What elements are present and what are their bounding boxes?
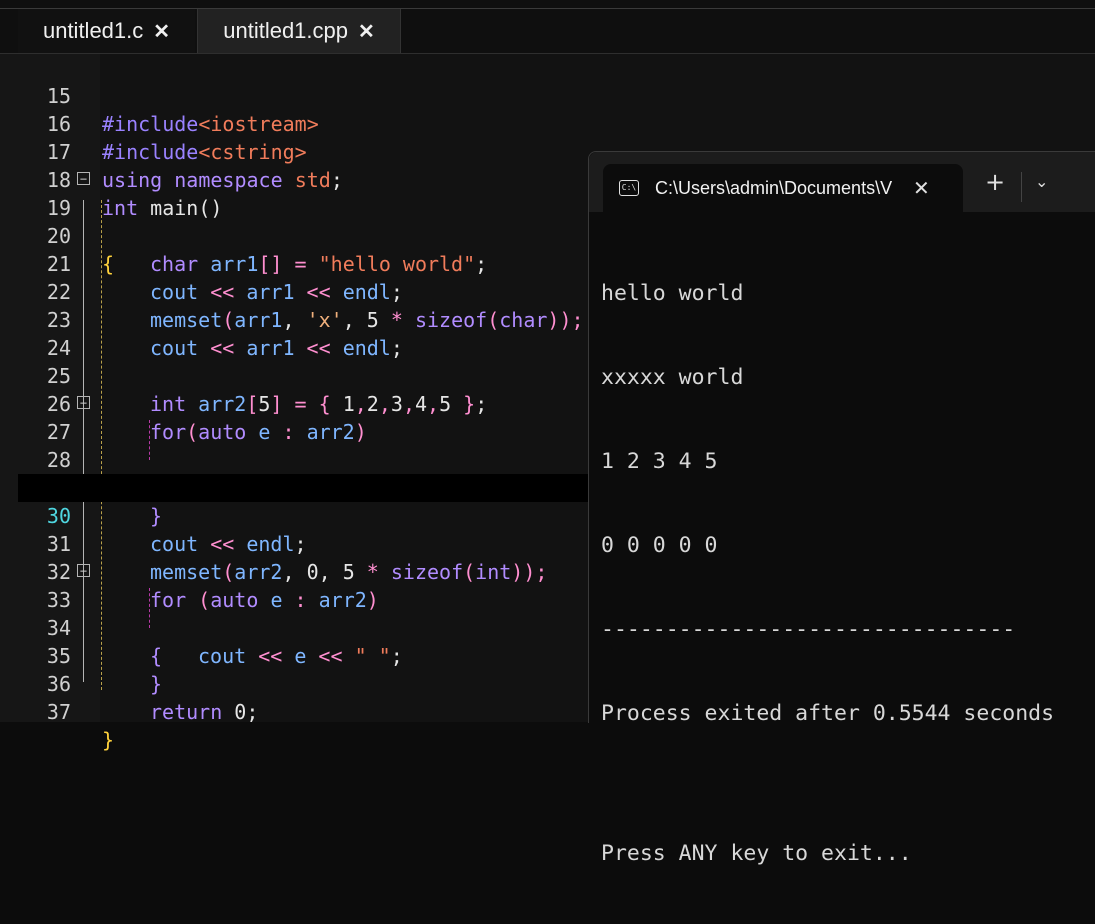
close-icon[interactable]: ✕	[913, 176, 930, 200]
window-top-border	[0, 0, 1095, 9]
token: 0	[234, 700, 247, 724]
terminal-tab-bar: C:\ C:\Users\admin\Documents\V ✕ + ⌄	[589, 152, 1095, 212]
output-line: 0 0 0 0 0	[601, 533, 718, 558]
output-line: --------------------------------	[601, 617, 1016, 642]
editor-tab-bar: untitled1.c ✕ untitled1.cpp ✕	[0, 9, 1095, 54]
close-icon[interactable]: ✕	[153, 19, 170, 44]
token: }	[102, 728, 115, 752]
code-line[interactable]: 16 #include<cstring>	[18, 82, 1095, 164]
code-line[interactable]: 15 #include<iostream>	[18, 54, 1095, 136]
terminal-output[interactable]: hello world xxxxx world 1 2 3 4 5 0 0 0 …	[601, 224, 1054, 924]
output-line: hello world	[601, 281, 744, 306]
tab-untitled1-cpp[interactable]: untitled1.cpp ✕	[197, 9, 401, 53]
tab-untitled1-c[interactable]: untitled1.c ✕	[18, 9, 195, 53]
terminal-title: C:\Users\admin\Documents\V	[655, 177, 893, 198]
output-line: xxxxx world	[601, 365, 744, 390]
token: ;	[246, 700, 259, 724]
code-line[interactable]: 17 using namespace std;	[18, 110, 1095, 192]
terminal-window[interactable]: C:\ C:\Users\admin\Documents\V ✕ + ⌄ hel…	[588, 151, 1095, 866]
fold-toggle-icon[interactable]: −	[77, 172, 90, 185]
tab-label: untitled1.cpp	[223, 18, 348, 43]
token: return	[150, 700, 223, 724]
tab-label: untitled1.c	[42, 18, 144, 43]
output-line: Process exited after 0.5544 seconds	[601, 701, 1055, 726]
fold-toggle-icon[interactable]: −	[77, 564, 90, 577]
fold-toggle-icon[interactable]: −	[77, 396, 90, 409]
output-line: Press ANY key to exit...	[601, 841, 912, 866]
chevron-down-icon[interactable]: ⌄	[1035, 172, 1048, 191]
new-tab-icon[interactable]: +	[985, 168, 1005, 196]
output-line: 1 2 3 4 5	[601, 449, 718, 474]
close-icon[interactable]: ✕	[358, 19, 375, 44]
divider	[1021, 172, 1022, 202]
terminal-tab[interactable]: C:\ C:\Users\admin\Documents\V ✕	[603, 164, 963, 212]
left-panel-strip	[0, 9, 18, 722]
command-prompt-icon: C:\	[619, 180, 639, 196]
